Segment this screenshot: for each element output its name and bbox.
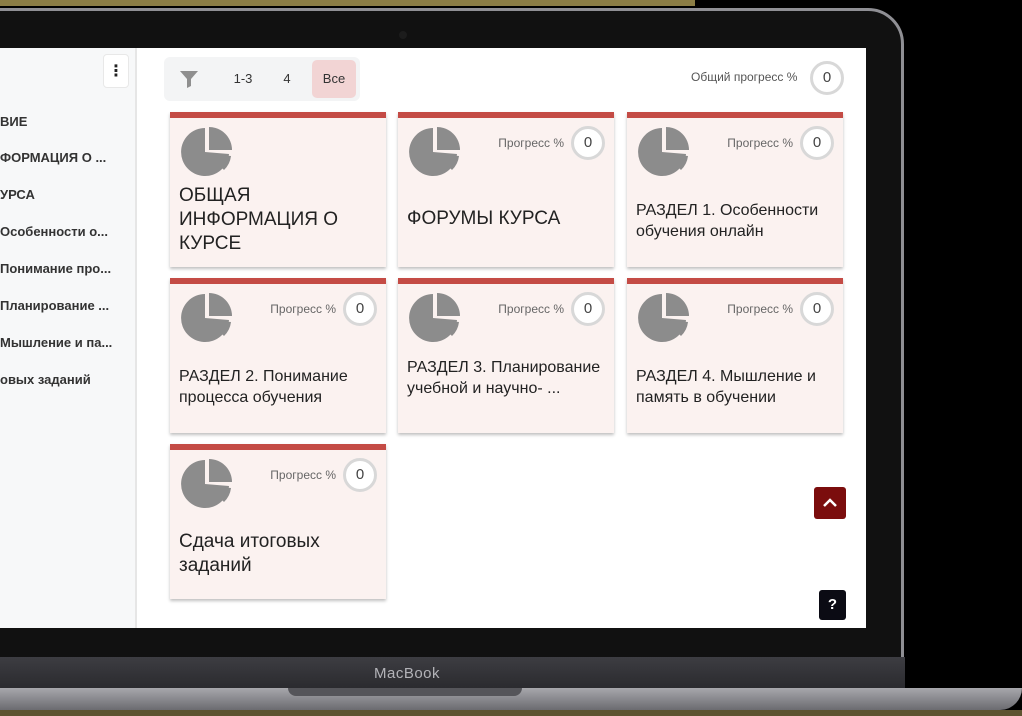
card-progress-circle: 0 [800, 292, 834, 326]
course-card[interactable]: Прогресс % 0 РАЗДЕЛ 4. Мышление и память… [627, 278, 843, 433]
card-title: РАЗДЕЛ 1. Особенности обучения онлайн [636, 202, 819, 240]
sidebar-item[interactable]: Планирование ... [0, 298, 130, 320]
card-progress-label: Прогресс % [498, 136, 564, 150]
pie-chart-icon [181, 127, 232, 176]
sidebar-item[interactable]: Понимание про... [0, 261, 130, 283]
help-button[interactable]: ? [819, 590, 846, 620]
card-progress-label: Прогресс % [727, 302, 793, 316]
card-progress-label: Прогресс % [270, 302, 336, 316]
course-card[interactable]: Прогресс % 0 РАЗДЕЛ 1. Особенности обуче… [627, 112, 843, 267]
scroll-top-button[interactable] [814, 487, 846, 519]
sidebar-item[interactable]: овых заданий [0, 372, 130, 394]
pie-chart-icon [409, 293, 460, 342]
pie-chart-icon [638, 127, 689, 176]
pie-chart-icon [638, 293, 689, 342]
filter-button-4[interactable]: 4 [272, 60, 302, 98]
filter-icon[interactable] [178, 68, 200, 90]
sidebar-item[interactable]: ВИЕ [0, 114, 130, 136]
card-progress-circle: 0 [343, 458, 377, 492]
background-strip-top [0, 0, 695, 6]
camera-dot [399, 31, 407, 39]
course-card[interactable]: Прогресс % 0 Сдача итоговых заданий [170, 444, 386, 599]
card-title: Сдача итоговых заданий [179, 531, 320, 576]
card-progress-label: Прогресс % [270, 468, 336, 482]
sidebar-menu-button[interactable]: ⋮ [103, 54, 129, 88]
chevron-up-icon [823, 498, 837, 507]
course-card[interactable]: Прогресс % 0 РАЗДЕЛ 2. Понимание процесс… [170, 278, 386, 433]
sidebar-item[interactable]: Особенности о... [0, 224, 130, 246]
sidebar-item[interactable]: УРСА [0, 187, 130, 209]
card-title: РАЗДЕЛ 4. Мышление и память в обучении [636, 368, 816, 406]
filter-button-all[interactable]: Все [312, 60, 356, 98]
card-title: РАЗДЕЛ 3. Планирование учебной и научно-… [407, 359, 601, 397]
card-progress-circle: 0 [800, 126, 834, 160]
course-card[interactable]: ОБЩАЯ ИНФОРМАЦИЯ О КУРСЕ [170, 112, 386, 267]
card-title: ОБЩАЯ ИНФОРМАЦИЯ О КУРСЕ [179, 185, 339, 254]
card-progress-circle: 0 [343, 292, 377, 326]
card-title: РАЗДЕЛ 2. Понимание процесса обучения [179, 368, 348, 406]
overall-progress-label: Общий прогресс % [691, 70, 798, 84]
laptop-notch [288, 688, 522, 696]
sidebar-item[interactable]: Мышление и па... [0, 335, 130, 357]
background-strip-bottom [0, 710, 1022, 716]
pie-chart-icon [181, 459, 232, 508]
laptop-brand-label: MacBook [374, 665, 441, 682]
sidebar-item[interactable]: ФОРМАЦИЯ О ... [0, 150, 130, 172]
course-card[interactable]: Прогресс % 0 ФОРУМЫ КУРСА [398, 112, 614, 267]
card-progress-label: Прогресс % [727, 136, 793, 150]
card-title: ФОРУМЫ КУРСА [407, 208, 561, 229]
card-progress-label: Прогресс % [498, 302, 564, 316]
laptop-bottom-bezel [0, 657, 905, 689]
pie-chart-icon [409, 127, 460, 176]
filter-button-1-3[interactable]: 1-3 [223, 60, 263, 98]
kebab-icon: ⋮ [108, 63, 124, 80]
pie-chart-icon [181, 293, 232, 342]
filter-toolbar: 1-3 4 Все [164, 57, 360, 101]
overall-progress-circle: 0 [810, 61, 844, 95]
course-card[interactable]: Прогресс % 0 РАЗДЕЛ 3. Планирование учеб… [398, 278, 614, 433]
card-progress-circle: 0 [571, 292, 605, 326]
card-progress-circle: 0 [571, 126, 605, 160]
sidebar: ⋮ ВИЕ ФОРМАЦИЯ О ... УРСА Особенности о.… [0, 48, 137, 628]
app-screen: ⋮ ВИЕ ФОРМАЦИЯ О ... УРСА Особенности о.… [0, 48, 866, 628]
